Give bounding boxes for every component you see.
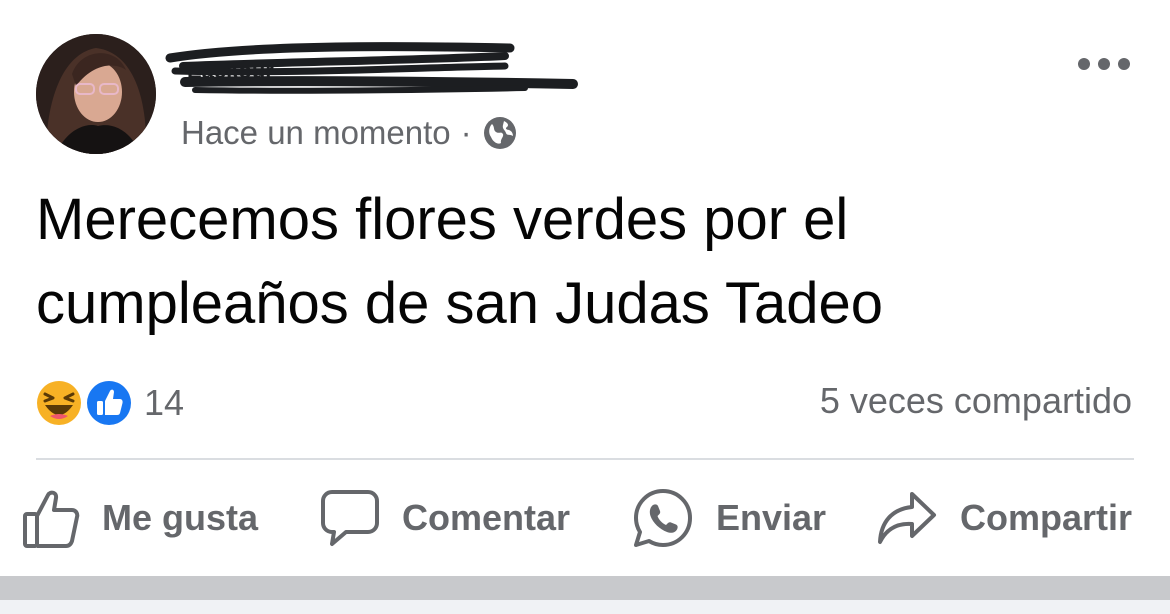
thumbs-up-icon — [23, 490, 80, 548]
send-button-label: Enviar — [716, 497, 827, 538]
more-horizontal-icon-dot — [1078, 58, 1090, 70]
like-reaction-icon — [85, 379, 133, 427]
comment-button-label: Comentar — [402, 497, 571, 538]
like-button[interactable]: Me gusta — [22, 478, 258, 558]
post-timestamp[interactable]: Hace un momento — [181, 114, 451, 152]
reactions-summary[interactable]: 14 — [34, 376, 184, 430]
post-text: Merecemos flores verdes por el cumpleaño… — [36, 187, 883, 336]
whatsapp-icon — [634, 489, 692, 547]
author-avatar[interactable] — [36, 34, 156, 154]
reaction-icons — [34, 376, 136, 430]
profile-photo — [36, 34, 156, 154]
author-name-redacted[interactable]: Eackour — [165, 38, 585, 100]
meta-separator: · — [460, 114, 472, 151]
more-horizontal-icon-dot — [1098, 58, 1110, 70]
divider — [36, 458, 1134, 460]
like-button-label: Me gusta — [102, 497, 259, 538]
send-button[interactable]: Enviar — [632, 478, 826, 558]
haha-emoji-icon — [35, 379, 83, 427]
feed-separator — [0, 576, 1170, 600]
redaction-scribble: Eackour — [165, 42, 578, 94]
share-button-label: Compartir — [960, 497, 1133, 538]
post-meta: Hace un momento · — [181, 113, 518, 153]
share-arrow-icon — [878, 492, 936, 544]
reaction-count: 14 — [144, 382, 185, 423]
comment-button[interactable]: Comentar — [320, 478, 570, 558]
more-options-button[interactable] — [1078, 48, 1130, 80]
share-count[interactable]: 5 veces compartido — [820, 380, 1132, 422]
globe-icon[interactable] — [482, 115, 518, 151]
comment-bubble-icon — [321, 490, 379, 546]
feed-background — [0, 600, 1170, 614]
more-horizontal-icon-dot — [1118, 58, 1130, 70]
share-button[interactable]: Compartir — [876, 478, 1132, 558]
post-action-bar: Me gusta Comentar Enviar Compartir — [0, 478, 1170, 558]
